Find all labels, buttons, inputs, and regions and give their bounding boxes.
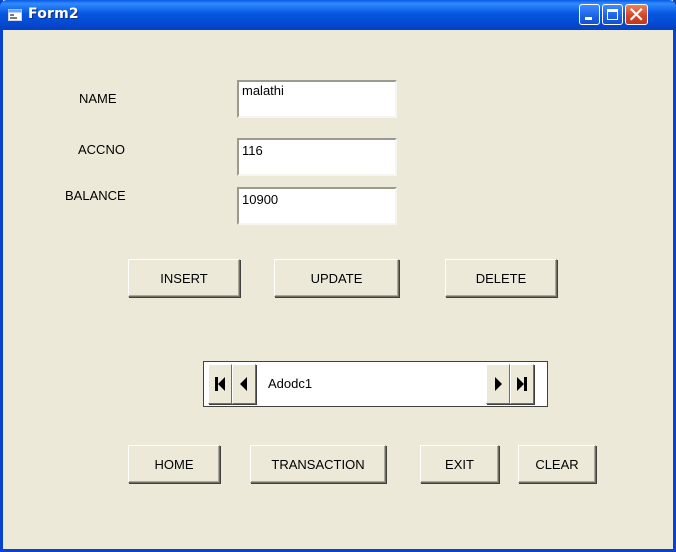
minimize-button[interactable] [579, 4, 600, 25]
form-window: Form2 NAME ACCNO BALANCE malathi 116 109… [0, 0, 676, 552]
move-first-button[interactable] [208, 364, 232, 404]
insert-button[interactable]: INSERT [128, 259, 240, 297]
accno-field[interactable]: 116 [237, 138, 397, 176]
adodc-data-control: Adodc1 [203, 361, 548, 407]
move-first-icon [215, 377, 225, 391]
move-previous-button[interactable] [232, 364, 256, 404]
minimize-icon [585, 17, 592, 20]
move-last-icon [517, 377, 527, 391]
delete-button[interactable]: DELETE [445, 259, 557, 297]
move-last-button[interactable] [510, 364, 534, 404]
maximize-button[interactable] [602, 4, 623, 25]
name-label: NAME [79, 91, 117, 106]
transaction-button[interactable]: TRANSACTION [250, 445, 386, 483]
move-next-button[interactable] [486, 364, 510, 404]
name-field[interactable]: malathi [237, 80, 397, 118]
move-next-icon [495, 377, 502, 391]
close-icon [629, 7, 643, 21]
window-title: Form2 [28, 6, 79, 22]
balance-label: BALANCE [65, 188, 126, 203]
update-button[interactable]: UPDATE [274, 259, 399, 297]
title-bar[interactable]: Form2 [0, 0, 676, 30]
form-icon [8, 8, 22, 21]
balance-field[interactable]: 10900 [237, 187, 397, 225]
home-button[interactable]: HOME [128, 445, 220, 483]
maximize-icon [607, 9, 618, 20]
close-button[interactable] [625, 4, 648, 25]
accno-label: ACCNO [78, 142, 125, 157]
adodc-caption: Adodc1 [268, 376, 313, 391]
clear-button[interactable]: CLEAR [518, 445, 596, 483]
exit-button[interactable]: EXIT [420, 445, 499, 483]
move-previous-icon [240, 377, 247, 391]
